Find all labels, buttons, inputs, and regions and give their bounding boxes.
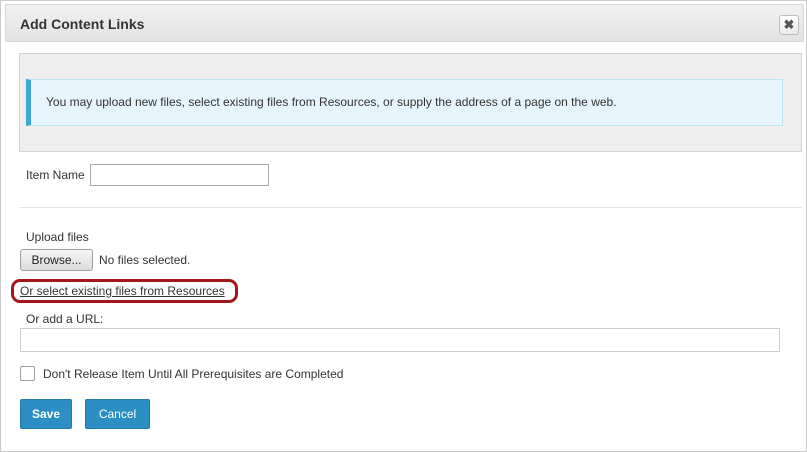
item-name-label: Item Name — [26, 168, 85, 182]
upload-files-label: Upload files — [26, 230, 89, 244]
url-input[interactable] — [20, 328, 780, 352]
dialog-titlebar: Add Content Links ✖ — [5, 4, 804, 42]
divider — [19, 207, 802, 208]
cancel-button[interactable]: Cancel — [85, 399, 150, 429]
browse-button[interactable]: Browse... — [20, 249, 93, 271]
prerequisites-label: Don't Release Item Until All Prerequisit… — [43, 367, 344, 381]
close-button[interactable]: ✖ — [779, 15, 799, 35]
prerequisites-checkbox[interactable] — [20, 366, 35, 381]
dialog-title: Add Content Links — [20, 16, 145, 32]
item-name-input[interactable] — [90, 164, 269, 186]
no-files-selected-text: No files selected. — [99, 253, 191, 267]
info-message-box: You may upload new files, select existin… — [26, 79, 783, 126]
select-from-resources-link[interactable]: Or select existing files from Resources — [20, 284, 225, 298]
add-content-links-dialog: Add Content Links ✖ You may upload new f… — [0, 0, 807, 452]
url-label: Or add a URL: — [26, 312, 104, 326]
info-panel: You may upload new files, select existin… — [19, 53, 802, 152]
info-message: You may upload new files, select existin… — [46, 95, 617, 109]
close-icon: ✖ — [783, 17, 795, 32]
save-button[interactable]: Save — [20, 399, 72, 429]
